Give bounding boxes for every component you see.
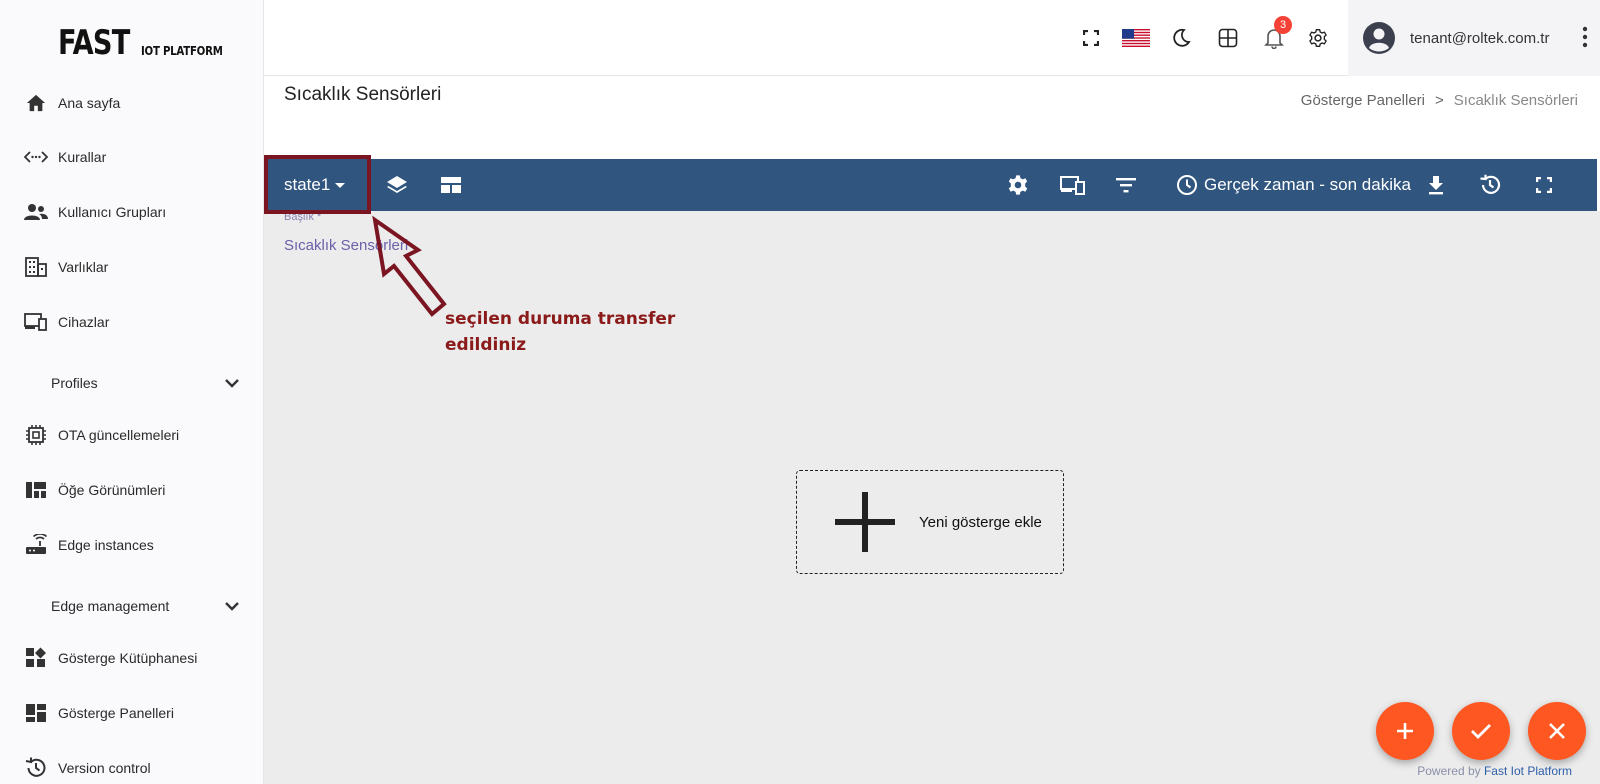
sidebar-item-widget-views[interactable]: Öğe Görünümleri [0,470,263,510]
rule-chain-icon [24,145,48,169]
sidebar-item-label: Cihazlar [58,314,110,330]
sidebar-item-user-groups[interactable]: Kullanıcı Grupları [0,192,263,232]
notifications-bell-icon[interactable]: 3 [1262,16,1292,50]
history-icon [24,756,48,780]
state-select-button[interactable]: state1 [264,159,370,211]
breadcrumb-separator: > [1435,92,1444,109]
add-widget-label: Yeni gösterge ekle [919,513,1042,531]
powered-by-prefix: Powered by [1417,764,1481,778]
sidebar-item-label: Gösterge Panelleri [58,705,174,721]
add-fab-button[interactable] [1376,702,1434,760]
sidebar-item-label: Varlıklar [58,259,109,275]
user-email: tenant@roltek.com.tr [1410,29,1550,47]
view-quilt-icon [24,478,48,502]
sidebar-item-label: Kurallar [58,149,107,165]
sidebar-item-label: Öğe Görünümleri [58,482,166,498]
breadcrumb-parent[interactable]: Gösterge Panelleri [1301,92,1425,109]
close-icon [1549,723,1565,739]
top-bar: 3 tenant@roltek.com.tr [264,0,1600,76]
state-label: state1 [284,175,331,194]
sidebar-item-label: Version control [58,760,151,776]
powered-by: Powered by Fast Iot Platform [1417,764,1572,778]
caret-down-icon [335,182,346,188]
annotation-text: seçilen duruma transfer edildiniz [445,309,676,355]
layers-icon[interactable] [385,173,409,197]
breadcrumb-current: Sıcaklık Sensörleri [1453,92,1578,109]
dashboard-icon [24,701,48,725]
settings-gear-icon[interactable] [1306,26,1330,50]
apps-grid-icon[interactable] [1216,26,1240,50]
sidebar-item-label: Gösterge Kütüphanesi [58,650,198,666]
building-icon [24,255,48,279]
sidebar-item-label: Edge instances [58,537,154,553]
us-flag-icon[interactable] [1122,26,1150,50]
layout-icon[interactable] [439,173,463,197]
sidebar-item-ota-updates[interactable]: OTA güncellemeleri [0,415,263,455]
user-menu[interactable]: tenant@roltek.com.tr [1348,0,1600,76]
title-field-label: Başlık * [284,211,322,223]
dashboard-canvas: Başlık * Sıcaklık Sensörleri Yeni göster… [264,211,1600,784]
people-icon [24,200,48,224]
fullscreen-icon[interactable] [1532,173,1556,197]
powered-by-brand-link[interactable]: Fast Iot Platform [1484,764,1572,778]
sidebar-item-rules[interactable]: Kurallar [0,137,263,177]
home-icon [24,91,48,115]
devices-icon[interactable] [1060,173,1086,197]
chevron-down-icon [222,373,242,398]
plus-icon [1397,723,1413,739]
sidebar-item-version-control[interactable]: Version control [0,748,263,784]
sidebar-group-label: Profiles [51,375,98,391]
chip-icon [24,423,48,447]
filter-list-icon[interactable] [1114,173,1138,197]
chevron-down-icon [222,596,242,621]
sidebar-item-home[interactable]: Ana sayfa [0,83,263,123]
settings-gear-icon[interactable] [1006,173,1030,197]
history-icon[interactable] [1478,173,1502,197]
logo-sub-text: IOT PLATFORM [141,44,223,58]
account-avatar-icon [1362,21,1396,55]
sidebar: FAST IOT PLATFORM Ana sayfa Kurallar Kul… [0,0,264,784]
timewindow-button[interactable]: Gerçek zaman - son dakika [1176,171,1411,199]
cancel-edit-button[interactable] [1528,702,1586,760]
sidebar-item-widget-library[interactable]: Gösterge Kütüphanesi [0,638,263,678]
add-widget-button[interactable]: Yeni gösterge ekle [796,470,1064,574]
sidebar-item-label: OTA güncellemeleri [58,427,180,443]
sidebar-group-label: Edge management [51,598,170,614]
sidebar-item-devices[interactable]: Cihazlar [0,302,263,342]
sidebar-item-label: Ana sayfa [58,95,121,111]
dark-mode-moon-icon[interactable] [1169,26,1193,50]
add-plus-icon [835,492,895,552]
sidebar-item-label: Kullanıcı Grupları [58,204,167,220]
fullscreen-icon[interactable] [1079,26,1103,50]
logo-main-text: FAST [58,23,130,63]
devices-icon [24,310,48,334]
sidebar-item-assets[interactable]: Varlıklar [0,247,263,287]
download-icon[interactable] [1424,173,1448,197]
logo[interactable]: FAST IOT PLATFORM [58,18,237,62]
timewindow-label: Gerçek zaman - son dakika [1204,175,1411,194]
clock-icon [1176,174,1198,196]
dashboard-toolbar: state1 Gerçek zaman - son dakika [264,159,1597,211]
widgets-icon [24,646,48,670]
more-vert-icon[interactable] [1582,26,1588,53]
router-icon [24,533,48,557]
sidebar-group-profiles[interactable]: Profiles [0,363,263,403]
sidebar-group-edge-management[interactable]: Edge management [0,586,263,626]
page-title: Sıcaklık Sensörleri [284,84,442,105]
check-icon [1471,724,1491,739]
annotation-arrow-icon [372,215,447,317]
sidebar-item-dashboards[interactable]: Gösterge Panelleri [0,693,263,733]
sidebar-item-edge-instances[interactable]: Edge instances [0,525,263,565]
breadcrumb: Gösterge Panelleri > Sıcaklık Sensörleri [1301,92,1578,109]
notification-count-badge: 3 [1274,16,1292,34]
apply-changes-button[interactable] [1452,702,1510,760]
